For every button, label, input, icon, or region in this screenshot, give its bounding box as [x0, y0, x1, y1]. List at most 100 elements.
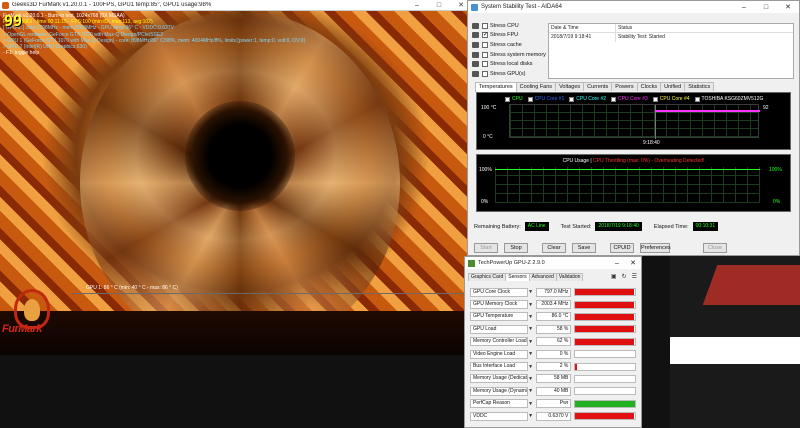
- flame-inner: [24, 299, 40, 321]
- sensor-name[interactable]: Memory Usage (Dynamic): [470, 386, 528, 396]
- furmark-osd: FurMark v1.20.0.1 - Burn-in test, 1024x7…: [3, 13, 305, 56]
- sensor-graph: [574, 325, 636, 334]
- table-row[interactable]: 2018/7/19 9:18:41 Stability Test: Starte…: [549, 33, 793, 42]
- chevron-down-icon[interactable]: ▼: [528, 376, 534, 382]
- tab-temperatures[interactable]: Temperatures: [475, 82, 517, 92]
- tab-voltages[interactable]: Voltages: [555, 82, 585, 91]
- camera-icon[interactable]: ▣: [611, 273, 617, 280]
- legend-checkbox[interactable]: [611, 96, 617, 102]
- tab-clocks[interactable]: Clocks: [636, 82, 662, 91]
- legend-item[interactable]: CPU Core #1: [527, 96, 564, 102]
- sensor-name[interactable]: Memory Usage (Dedicated): [470, 374, 528, 384]
- chevron-down-icon[interactable]: ▼: [528, 326, 534, 332]
- close-icon[interactable]: ✕: [625, 259, 641, 267]
- stress-option[interactable]: Stress local disks: [472, 59, 546, 69]
- sensor-name[interactable]: GPU Load: [470, 324, 528, 334]
- legend-item[interactable]: TOSHIBA KSG60ZMV512G: [694, 96, 763, 102]
- checkbox[interactable]: [482, 61, 488, 68]
- minimize-icon[interactable]: –: [406, 2, 428, 9]
- sensor-value: 797.0 MHz: [535, 287, 572, 297]
- legend-checkbox[interactable]: [652, 96, 658, 102]
- chevron-down-icon[interactable]: ▼: [528, 413, 534, 419]
- status-info-row: Remaining Battery: AC Line Test Started:…: [474, 222, 794, 231]
- stress-option-label: Stress GPU(s): [490, 70, 526, 77]
- legend-item[interactable]: CPU Core #3: [611, 96, 648, 102]
- stress-option[interactable]: Stress CPU: [472, 21, 546, 31]
- chevron-down-icon[interactable]: ▼: [528, 302, 534, 308]
- aida64-window[interactable]: System Stability Test - AIDA64 – □ ✕ Str…: [467, 0, 800, 256]
- legend-checkbox[interactable]: [527, 96, 533, 102]
- minimize-icon[interactable]: –: [733, 4, 755, 11]
- sensor-name[interactable]: GPU Core Clock: [470, 287, 528, 297]
- temperature-graph: CPU CPU Core #1 CPU Core #2 CPU Core #3 CPU …: [476, 92, 791, 150]
- device-icon: [472, 41, 479, 48]
- legend-item[interactable]: CPU Core #4: [652, 96, 690, 102]
- checkbox[interactable]: [482, 51, 488, 58]
- chevron-down-icon[interactable]: ▼: [528, 364, 534, 370]
- test-started-label: Test Started:: [560, 223, 592, 230]
- chevron-down-icon[interactable]: ▼: [528, 289, 534, 295]
- refresh-icon[interactable]: ↻: [622, 273, 627, 280]
- tab-sensors[interactable]: Sensors: [505, 273, 530, 281]
- sensor-row: GPU Temperature ▼ 86.0 °C: [470, 311, 636, 323]
- legend-checkbox[interactable]: [694, 96, 700, 102]
- furmark-titlebar[interactable]: Geeks3D FurMark v1.20.0.1 - 100FPS, GPU1…: [0, 0, 472, 11]
- legend-item[interactable]: CPU Core #2: [569, 96, 606, 102]
- sensor-name[interactable]: VDDC: [470, 411, 528, 421]
- maximize-icon[interactable]: □: [755, 4, 777, 11]
- tab-validation[interactable]: Validation: [555, 273, 584, 281]
- sensor-name[interactable]: Memory Controller Load: [470, 337, 528, 347]
- stress-option[interactable]: Stress FPU: [472, 31, 546, 41]
- stress-option[interactable]: Stress system memory: [472, 50, 546, 60]
- save-button[interactable]: Save: [572, 243, 596, 253]
- stop-button[interactable]: Stop: [504, 243, 528, 253]
- sensor-row: PerfCap Reason ▼ Pwr: [470, 398, 636, 410]
- tab-currents[interactable]: Currents: [583, 82, 613, 91]
- checkbox[interactable]: [482, 22, 488, 29]
- sensor-name[interactable]: Bus Interface Load: [470, 362, 528, 372]
- sensor-name[interactable]: GPU Temperature: [470, 312, 528, 322]
- chevron-down-icon[interactable]: ▼: [528, 388, 534, 394]
- sensor-name[interactable]: Video Engine Load: [470, 349, 528, 359]
- legend-checkbox[interactable]: [505, 96, 510, 102]
- maximize-icon[interactable]: □: [428, 2, 450, 9]
- chevron-down-icon[interactable]: ▼: [528, 339, 534, 345]
- start-button[interactable]: Start: [474, 243, 498, 253]
- preferences-button[interactable]: Preferences: [640, 243, 671, 253]
- tab-unified[interactable]: Unified: [660, 82, 686, 91]
- close-icon[interactable]: ✕: [777, 3, 799, 11]
- tab-statistics[interactable]: Statistics: [684, 82, 715, 91]
- legend-item[interactable]: CPU: [505, 96, 523, 102]
- checkbox[interactable]: [482, 70, 488, 77]
- tab-cooling-fans[interactable]: Cooling Fans: [515, 82, 557, 91]
- gpuz-titlebar[interactable]: TechPowerUp GPU-Z 2.9.0 – ✕: [465, 257, 641, 269]
- chevron-down-icon[interactable]: ▼: [528, 401, 534, 407]
- minimize-icon[interactable]: –: [609, 260, 625, 267]
- column-header-date[interactable]: Date & Time: [549, 24, 616, 32]
- menu-icon[interactable]: ☰: [632, 273, 637, 280]
- column-header-status[interactable]: Status: [616, 24, 632, 32]
- sensor-value: 2 %: [535, 362, 572, 372]
- aida64-app-icon: [471, 3, 478, 11]
- sensor-name[interactable]: GPU Memory Clock: [470, 300, 528, 310]
- checkbox[interactable]: [482, 41, 488, 48]
- gpuz-window[interactable]: TechPowerUp GPU-Z 2.9.0 – ✕ Graphics Car…: [464, 256, 642, 428]
- sensor-value: 86.0 °C: [535, 312, 572, 322]
- cpuid-button[interactable]: CPUID: [610, 243, 634, 253]
- aida64-titlebar[interactable]: System Stability Test - AIDA64 – □ ✕: [468, 1, 799, 13]
- sensor-name[interactable]: PerfCap Reason: [470, 399, 528, 409]
- clear-button[interactable]: Clear: [542, 243, 566, 253]
- checkbox[interactable]: [482, 31, 488, 39]
- tab-powers[interactable]: Powers: [611, 82, 638, 91]
- legend-label: CPU Core #4: [659, 96, 690, 102]
- stress-option[interactable]: Stress cache: [472, 40, 546, 50]
- chevron-down-icon[interactable]: ▼: [528, 351, 534, 357]
- furmark-window[interactable]: Geeks3D FurMark v1.20.0.1 - 100FPS, GPU1…: [0, 0, 472, 355]
- stress-option[interactable]: Stress GPU(s): [472, 69, 546, 79]
- chevron-down-icon[interactable]: ▼: [528, 314, 534, 320]
- close-button[interactable]: Close: [703, 243, 727, 253]
- tab-graphics-card[interactable]: Graphics Card: [468, 273, 507, 281]
- tab-advanced[interactable]: Advanced: [528, 273, 557, 281]
- legend-checkbox[interactable]: [569, 96, 575, 102]
- temperature-graph-line: [72, 293, 472, 294]
